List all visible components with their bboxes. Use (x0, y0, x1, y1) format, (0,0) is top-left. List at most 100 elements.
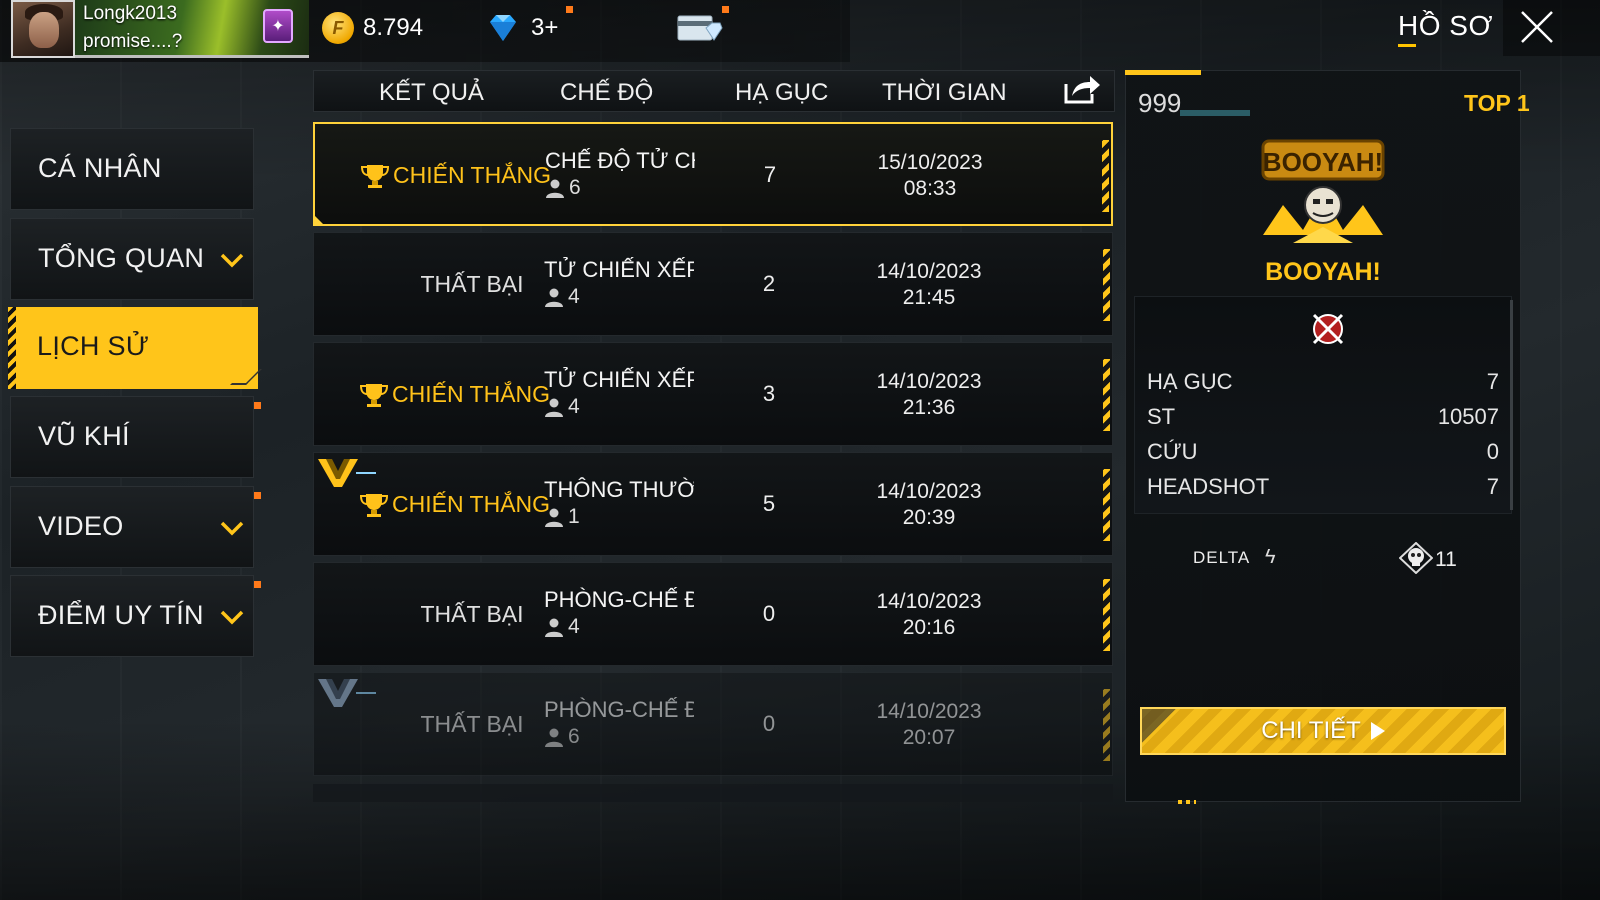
rank-decoration (1180, 110, 1250, 116)
decorative-dots (1178, 800, 1196, 804)
close-icon (1521, 11, 1553, 43)
trophy-icon (360, 165, 390, 188)
notification-dot (254, 492, 261, 499)
stats-scrollbar[interactable] (1510, 300, 1513, 510)
row-stripe (1103, 469, 1110, 541)
menu-item-lich-su[interactable]: LỊCH SỬ (8, 307, 258, 389)
crossed-swords-icon (1312, 313, 1344, 345)
match-time: 20:16 (902, 616, 956, 639)
stat-value: 7 (1486, 474, 1499, 499)
match-datetime: 14/10/2023 20:39 (869, 479, 989, 531)
avatar-face (29, 12, 59, 48)
menu-item-label: VŨ KHÍ (38, 421, 130, 451)
notification-dot (722, 6, 729, 13)
diamond-amount: 3+ (531, 14, 559, 41)
match-row[interactable]: CHIẾN THẮNG THÔNG THƯỜNG-I 1 5 14/10/202… (313, 452, 1113, 556)
player-avatar[interactable] (11, 0, 75, 58)
menu-item-label: ĐIỂM UY TÍN (38, 600, 204, 630)
match-time: 20:07 (902, 726, 956, 749)
stat-value: 7 (1486, 369, 1499, 394)
match-date: 14/10/2023 (876, 260, 982, 283)
skull-icon (1399, 542, 1433, 574)
player-signature: promise....? (83, 31, 183, 52)
person-icon (546, 179, 564, 198)
details-button[interactable]: CHI TIẾT (1140, 707, 1506, 755)
column-header-time: THỜI GIAN (882, 79, 1007, 106)
diamond-icon (490, 15, 516, 41)
team-size-value: 6 (568, 725, 580, 748)
booyah-emblem-icon: BOOYAH! (1261, 139, 1385, 243)
notification-dot (254, 581, 261, 588)
menu-item-label: VIDEO (38, 511, 124, 541)
team-size-value: 4 (568, 285, 580, 308)
team-size: 6 (545, 176, 581, 200)
match-datetime: 14/10/2023 20:07 (869, 699, 989, 751)
match-mode: TỬ CHIẾN XẾP HẠ (544, 257, 694, 282)
person-icon (545, 508, 563, 527)
mvp-icon (318, 459, 376, 487)
chevron-down-icon (220, 253, 244, 268)
match-date: 14/10/2023 (876, 370, 982, 393)
membership-card-icon[interactable] (676, 10, 724, 44)
booyah-logo-text: BOOYAH! (1263, 147, 1383, 177)
panel-accent-bar (1125, 70, 1201, 75)
notification-dot (254, 402, 261, 409)
team-size: 1 (544, 505, 580, 529)
menu-item-video[interactable]: VIDEO (10, 486, 254, 568)
player-name: Longk2013 (83, 3, 178, 24)
match-datetime: 14/10/2023 20:16 (869, 589, 989, 641)
share-icon[interactable] (1062, 72, 1102, 106)
badge-icon: ✦ (263, 9, 293, 43)
match-kills: 7 (763, 162, 777, 187)
player-banner[interactable]: Longk2013 promise....? ✦ (75, 0, 309, 58)
match-mode: PHÒNG-CHẾ ĐỘ T (544, 697, 694, 722)
match-date: 14/10/2023 (876, 590, 982, 613)
stat-label: ST (1147, 404, 1176, 429)
close-button[interactable] (1503, 0, 1600, 56)
stat-label: CỨU (1147, 439, 1198, 464)
stat-label: HEADSHOT (1147, 474, 1270, 499)
match-result: CHIẾN THẮNG (392, 381, 551, 407)
match-result: THẤT BẠI (420, 601, 524, 627)
notification-dot (566, 6, 573, 13)
match-time: 20:39 (902, 506, 956, 529)
row-stripe (1103, 689, 1110, 761)
match-datetime: 14/10/2023 21:36 (869, 369, 989, 421)
mvp-icon (318, 679, 376, 707)
menu-item-label: LỊCH SỬ (37, 331, 150, 361)
match-mode: PHÒNG-CHẾ ĐỘ T (544, 587, 694, 612)
match-mode: CHẾ ĐỘ TỬ CHIẾN (545, 148, 695, 173)
play-arrow-icon (1370, 722, 1385, 740)
person-icon (545, 618, 563, 637)
match-row[interactable]: THẤT BẠI PHÒNG-CHẾ ĐỘ T 4 0 14/10/2023 2… (313, 562, 1113, 666)
match-date: 14/10/2023 (876, 480, 982, 503)
match-kills: 5 (762, 491, 776, 516)
match-result: THẤT BẠI (420, 711, 524, 737)
match-kills: 2 (762, 271, 776, 296)
lightning-icon: ϟ (1265, 546, 1276, 568)
team-size-value: 4 (568, 395, 580, 418)
rank-number: 999 (1138, 88, 1182, 118)
team-size: 4 (544, 285, 580, 309)
match-row[interactable]: CHIẾN THẮNG TỬ CHIẾN XẾP HẠ 4 3 14/10/20… (313, 342, 1113, 446)
menu-item-diem-uy-tin[interactable]: ĐIỂM UY TÍN (10, 575, 254, 657)
chevron-down-icon (220, 610, 244, 625)
menu-item-vu-khi[interactable]: VŨ KHÍ (10, 396, 254, 478)
team-size-value: 6 (569, 176, 581, 199)
match-row[interactable]: THẤT BẠI PHÒNG-CHẾ ĐỘ T 6 0 14/10/2023 2… (313, 672, 1113, 776)
coin-amount: 8.794 (363, 14, 424, 41)
match-row[interactable]: THẤT BẠI TỬ CHIẾN XẾP HẠ 4 2 14/10/2023 … (313, 232, 1113, 336)
team-size-value: 1 (568, 505, 580, 528)
person-icon (545, 288, 563, 307)
match-datetime: 15/10/2023 08:33 (870, 150, 990, 202)
match-stats-box[interactable]: HẠ GỤC 7 ST 10507 CỨU 0 HEADSHOT 7 (1134, 296, 1512, 514)
match-datetime: 14/10/2023 21:45 (869, 259, 989, 311)
match-kills: 0 (762, 711, 776, 736)
stat-value: 0 (1486, 439, 1499, 464)
match-row[interactable]: CHIẾN THẮNG CHẾ ĐỘ TỬ CHIẾN 6 7 15/10/20… (313, 122, 1113, 226)
match-mode: THÔNG THƯỜNG-I (544, 477, 694, 502)
menu-item-ca-nhan[interactable]: CÁ NHÂN (10, 128, 254, 210)
menu-item-tong-quan[interactable]: TỔNG QUAN (10, 218, 254, 300)
match-outcome-label: BOOYAH! (1265, 258, 1381, 286)
match-mode: TỬ CHIẾN XẾP HẠ (544, 367, 694, 392)
